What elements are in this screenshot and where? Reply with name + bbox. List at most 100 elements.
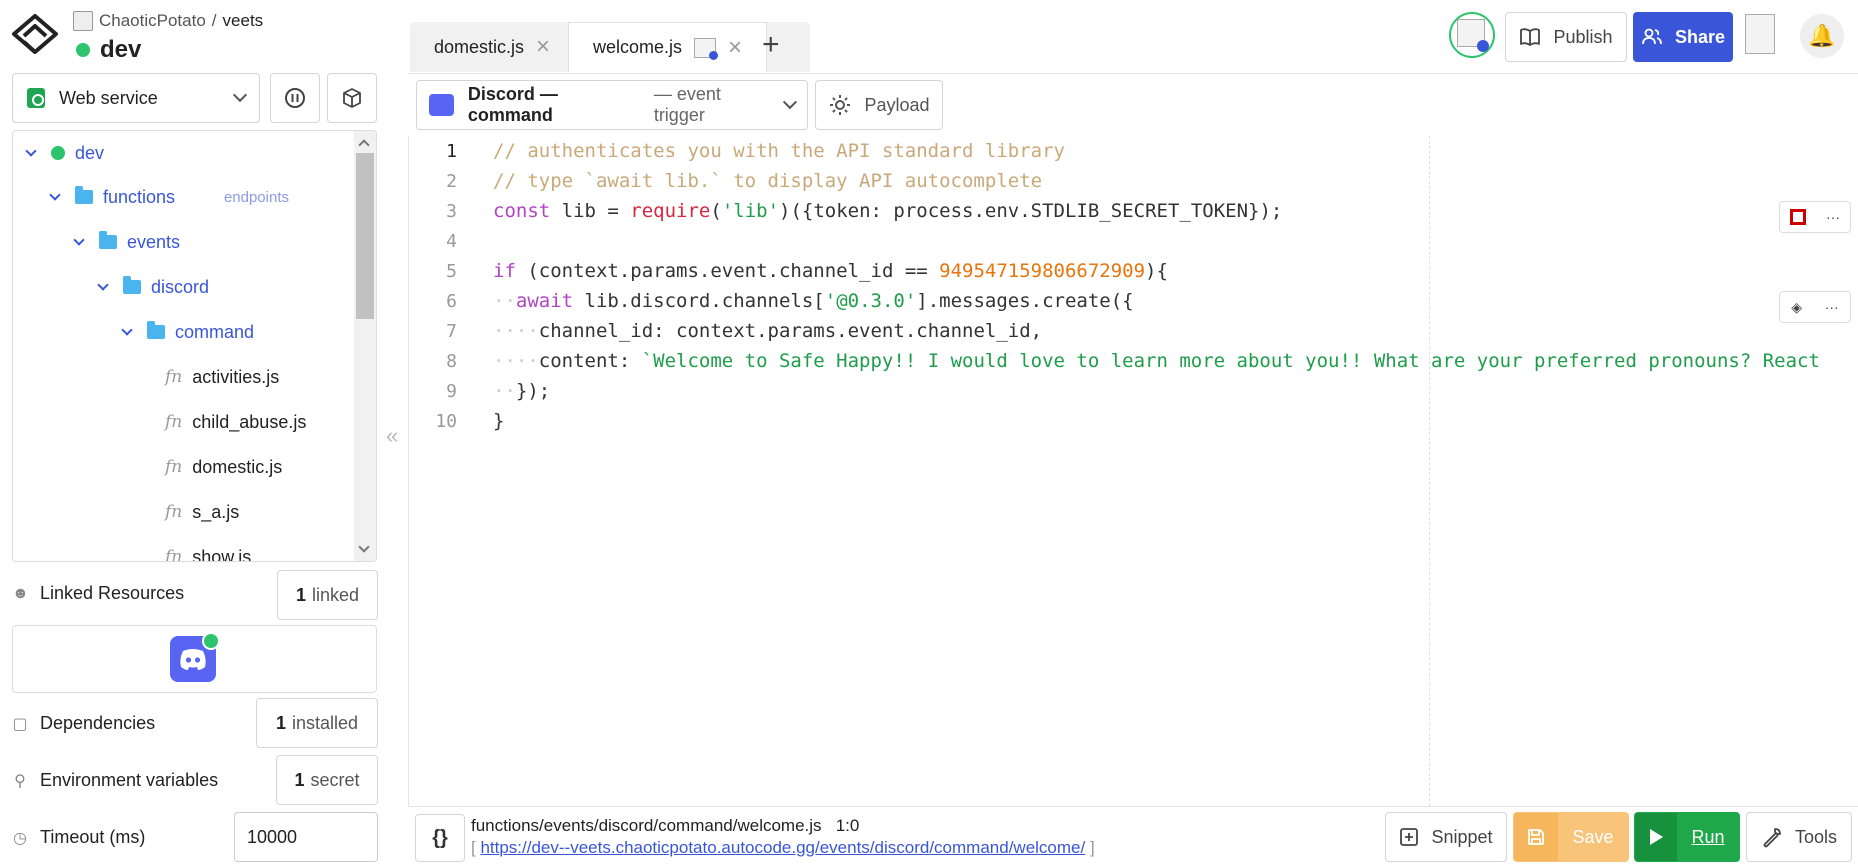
- close-icon[interactable]: ×: [728, 34, 742, 62]
- project-name[interactable]: veets: [223, 11, 264, 31]
- code-text: }: [493, 410, 505, 432]
- close-icon[interactable]: ×: [536, 33, 550, 61]
- linked-unit: linked: [311, 584, 360, 605]
- trigger-select[interactable]: Discord — command — event trigger: [416, 80, 808, 130]
- dependencies-count: 1: [275, 712, 286, 733]
- env-vars-label: ⚲ Environment variables: [12, 770, 218, 791]
- code-token: ].messages.create({: [916, 290, 1134, 312]
- project-breadcrumb[interactable]: ChaoticPotato / veets: [73, 11, 263, 31]
- code-editor[interactable]: 1 // authenticates you with the API stand…: [408, 136, 1858, 806]
- users-icon: [1642, 28, 1662, 45]
- tree-item-command[interactable]: command: [121, 310, 254, 354]
- tree-item-child-abuse[interactable]: fn child_abuse.js: [165, 400, 306, 444]
- save-button[interactable]: Save: [1513, 812, 1629, 862]
- tree-item-domestic[interactable]: fn domestic.js: [165, 445, 282, 489]
- string: `Welcome to Safe Happy!! I would love to…: [641, 350, 1820, 372]
- linked-count: 1: [295, 584, 306, 605]
- line-action-button[interactable]: ◈ ···: [1779, 291, 1851, 323]
- tree-item-events[interactable]: events: [73, 220, 180, 264]
- code-token: lib.discord.channels[: [573, 290, 825, 312]
- save-icon: [1514, 813, 1558, 861]
- dependencies-text: Dependencies: [40, 713, 156, 733]
- format-braces-button[interactable]: {}: [415, 814, 465, 862]
- scroll-up-icon[interactable]: [358, 139, 370, 151]
- tree-item-s-a[interactable]: fn s_a.js: [165, 490, 239, 534]
- function-icon: fn: [165, 367, 183, 387]
- env-vars-count: 1: [294, 769, 305, 790]
- tree-item-dev[interactable]: dev: [25, 131, 105, 175]
- env-vars-unit: secret: [310, 769, 360, 790]
- discord-icon: [429, 94, 454, 116]
- scroll-down-icon[interactable]: [358, 541, 370, 553]
- number: 949547159806672909: [939, 260, 1146, 282]
- share-button[interactable]: Share: [1633, 12, 1733, 62]
- tree-item-activities[interactable]: fn activities.js: [165, 355, 279, 399]
- publish-button[interactable]: Publish: [1505, 12, 1627, 62]
- folder-icon: [99, 231, 117, 249]
- notifications-bell-icon[interactable]: 🔔: [1800, 14, 1844, 58]
- whitespace: ··: [493, 290, 516, 312]
- tree-item-label: functions: [103, 186, 176, 207]
- run-button[interactable]: Run: [1634, 812, 1740, 862]
- tree-item-functions[interactable]: functions: [49, 175, 356, 219]
- pause-button[interactable]: [270, 73, 320, 123]
- timeout-text: Timeout (ms): [40, 827, 146, 847]
- snippet-button[interactable]: Snippet: [1385, 812, 1507, 862]
- tree-item-discord[interactable]: discord: [97, 265, 209, 309]
- keyword: await: [515, 290, 574, 312]
- more-icon: ···: [1824, 299, 1839, 315]
- folder-icon: [123, 276, 141, 294]
- owner-name[interactable]: ChaoticPotato: [99, 11, 206, 31]
- line-number: 6: [446, 290, 457, 312]
- line-action-button[interactable]: ···: [1779, 201, 1851, 233]
- snippet-label: Snippet: [1431, 826, 1493, 847]
- tree-item-label: dev: [75, 142, 105, 163]
- code-line: 2 // type `await lib.` to display API aut…: [409, 166, 1042, 196]
- scrollbar-thumb[interactable]: [356, 153, 374, 319]
- collapse-sidebar-icon[interactable]: «: [386, 423, 398, 449]
- trigger-name: Discord — command: [467, 84, 558, 125]
- editor-header-divider: [408, 73, 1858, 74]
- code-line: 8 ····content: `Welcome to Safe Happy!! I…: [409, 346, 1820, 376]
- dependencies-button[interactable]: 1 installed: [256, 698, 378, 748]
- package-button[interactable]: [327, 73, 377, 123]
- team-avatar-icon[interactable]: [1745, 14, 1775, 54]
- env-vars-button[interactable]: 1 secret: [276, 755, 378, 805]
- wrench-icon: [1763, 828, 1781, 848]
- code-token: )({token: process.env.STDLIB_SECRET_TOKE…: [779, 200, 1283, 222]
- tab-domestic[interactable]: domestic.js ×: [410, 22, 574, 72]
- whitespace: ··: [493, 380, 516, 402]
- more-icon: ···: [1826, 209, 1840, 225]
- user-avatar[interactable]: [1449, 12, 1495, 58]
- line-number: 5: [446, 260, 457, 282]
- chevron-down-icon: [25, 145, 37, 157]
- clock-icon: ◷: [13, 829, 27, 847]
- tab-welcome[interactable]: welcome.js ×: [568, 22, 768, 72]
- timeout-input[interactable]: 10000: [234, 812, 378, 862]
- add-tab-icon[interactable]: +: [762, 28, 780, 62]
- tree-item-show[interactable]: fn show.js: [165, 535, 251, 562]
- payload-button[interactable]: Payload: [815, 80, 943, 130]
- tree-scrollbar[interactable]: [354, 131, 376, 561]
- code-token: lib =: [550, 200, 631, 222]
- endpoint-url-link[interactable]: https://dev--veets.chaoticpotato.autocod…: [480, 838, 1085, 857]
- cursor-position: 1:0: [835, 816, 860, 835]
- code-token: channel_id: context.params.event.channel…: [538, 320, 1043, 342]
- discord-resource-icon[interactable]: [170, 632, 220, 682]
- autocode-logo-icon[interactable]: [10, 12, 60, 62]
- endpoints-badge: endpoints: [223, 189, 289, 206]
- chevron-down-icon: [97, 279, 109, 291]
- service-type-value: Web service: [59, 87, 158, 108]
- file-tree[interactable]: dev functions endpoints events discord c…: [12, 130, 377, 562]
- tools-button[interactable]: Tools: [1746, 812, 1852, 862]
- book-icon: [1520, 28, 1541, 46]
- breakpoint-icon: [1790, 209, 1806, 225]
- line-number: 9: [446, 380, 457, 402]
- url-bracket: ]: [1085, 838, 1095, 857]
- print-margin-ruler: [1429, 136, 1430, 806]
- function-icon: fn: [165, 412, 183, 432]
- linked-resources-button[interactable]: 1 linked: [277, 570, 378, 620]
- service-type-select[interactable]: Web service: [12, 73, 260, 123]
- code-token: });: [515, 380, 551, 402]
- code-line: 3 const lib = require('lib')({token: proc…: [409, 196, 1282, 226]
